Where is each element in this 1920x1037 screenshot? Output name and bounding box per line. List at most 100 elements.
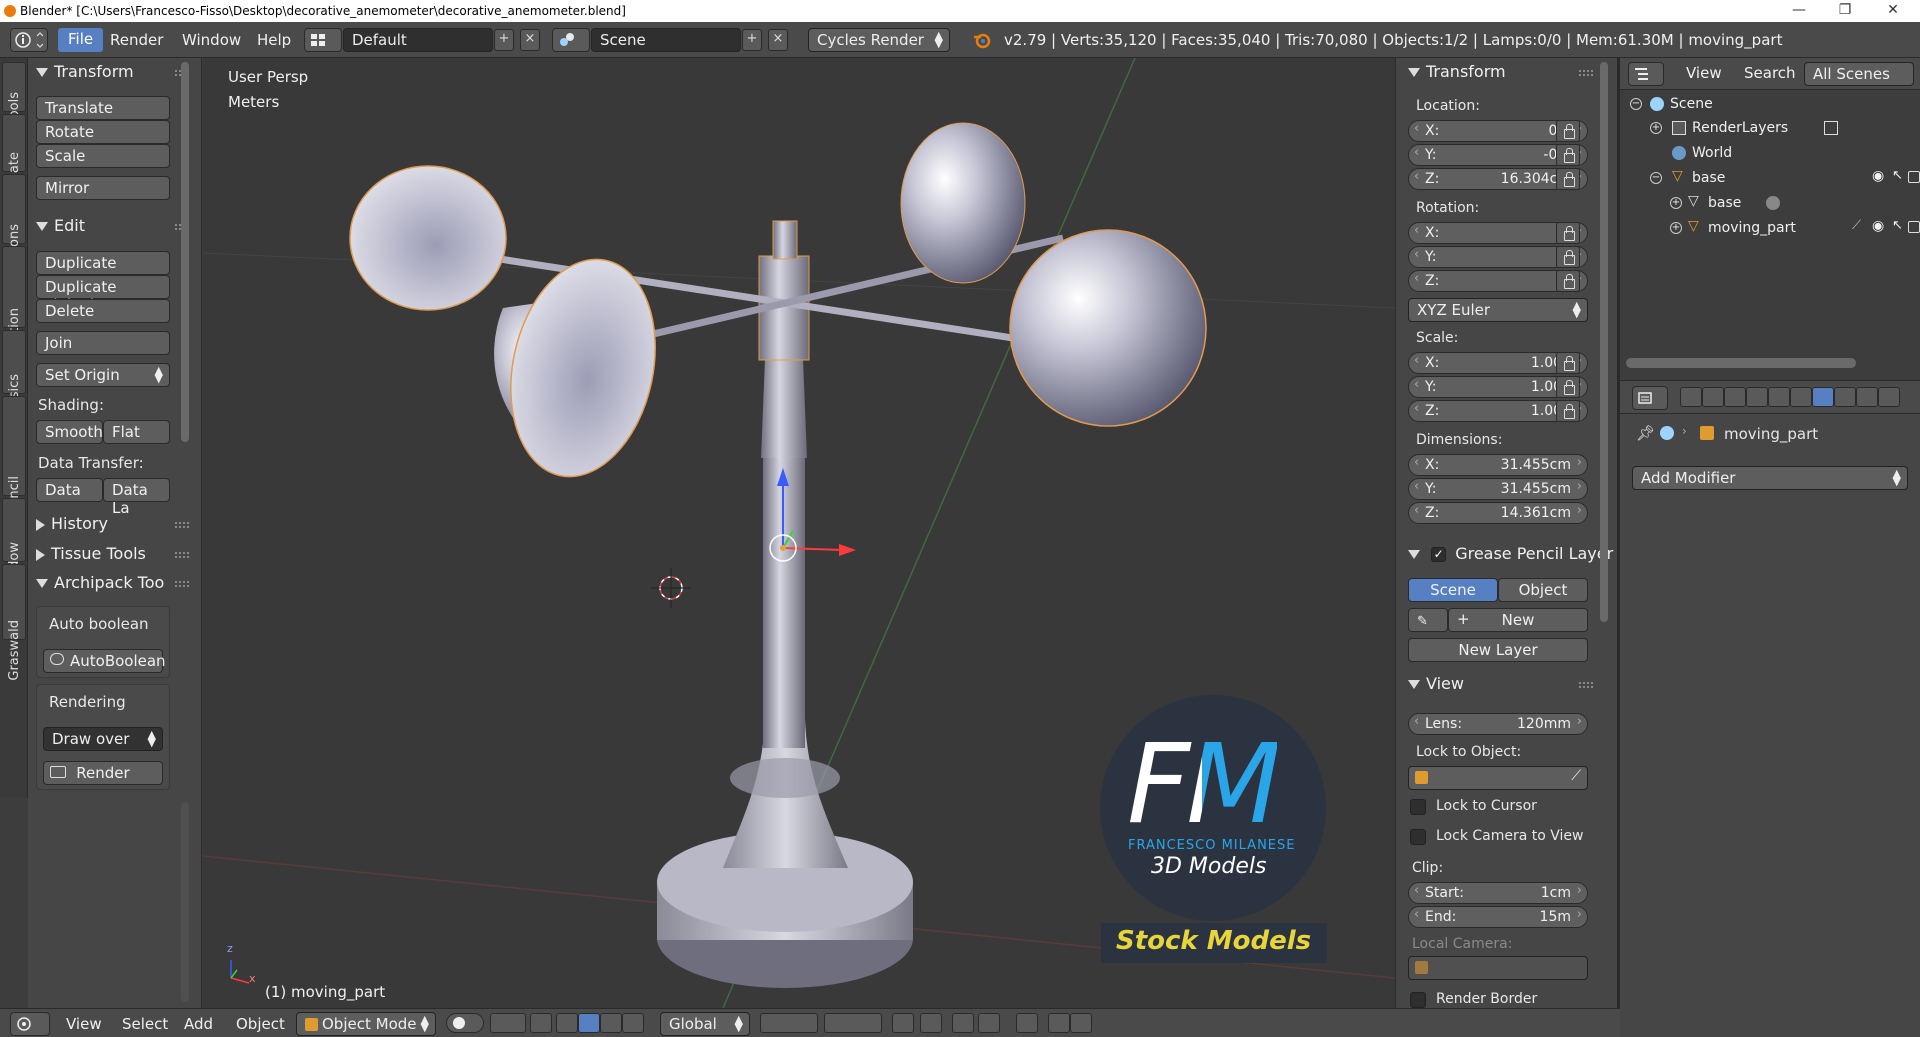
- manipulator-extra-icon[interactable]: [622, 1013, 644, 1033]
- menu-help[interactable]: Help: [257, 31, 291, 49]
- autoboolean-button[interactable]: AutoBoolean: [43, 649, 166, 673]
- operator-scrollbar[interactable]: [181, 802, 189, 1002]
- outliner-view-menu[interactable]: View: [1686, 64, 1722, 82]
- world-tab-icon[interactable]: [1746, 387, 1768, 407]
- translate-button[interactable]: Translate: [36, 96, 170, 120]
- screen-layout-field[interactable]: Default: [343, 28, 493, 52]
- tab-graswald[interactable]: Graswald: [2, 564, 26, 681]
- renderable-camera-icon[interactable]: [1908, 221, 1920, 233]
- lock-scale-z-icon[interactable]: [1556, 400, 1580, 422]
- flat-button[interactable]: Flat: [103, 420, 170, 444]
- render-button[interactable]: Render: [43, 761, 163, 785]
- tab-window[interactable]: Window: [2, 498, 26, 593]
- lock-rotation-y-icon[interactable]: [1556, 246, 1580, 268]
- tab-tools[interactable]: Tools: [2, 62, 26, 124]
- lock-location-z-icon[interactable]: [1556, 168, 1580, 190]
- maximize-button[interactable]: ❐: [1822, 0, 1868, 22]
- clip-start-field[interactable]: Start:1cm: [1408, 882, 1588, 904]
- panel-tissue-tools-header[interactable]: Tissue Tools: [36, 544, 146, 563]
- collapse-toggle-icon[interactable]: −: [1630, 98, 1642, 110]
- render-tab-icon[interactable]: [1680, 387, 1702, 407]
- lock-location-x-icon[interactable]: [1556, 120, 1580, 142]
- modifiers-tab-icon[interactable]: [1812, 387, 1834, 407]
- lock-scale-x-icon[interactable]: [1556, 352, 1580, 374]
- delete-button[interactable]: Delete: [36, 299, 170, 323]
- outliner-display-mode[interactable]: All Scenes: [1804, 62, 1914, 86]
- dimensions-y-field[interactable]: Y:31.455cm: [1408, 478, 1588, 500]
- render-layers-tab-icon[interactable]: [1702, 387, 1724, 407]
- outliner-row-base-mesh[interactable]: + ▽ base: [1628, 193, 1918, 217]
- object-mode-select[interactable]: Object Mode ▲ ▼: [296, 1012, 436, 1036]
- remove-layout-icon[interactable]: ×: [520, 29, 540, 51]
- panel-edit-header[interactable]: Edit: [36, 216, 85, 235]
- add-layout-icon[interactable]: +: [494, 29, 514, 51]
- lock-rotation-x-icon[interactable]: [1556, 222, 1580, 244]
- join-button[interactable]: Join: [36, 331, 170, 355]
- menu-select[interactable]: Select: [122, 1015, 168, 1033]
- gp-new-button[interactable]: + New: [1448, 608, 1588, 632]
- collapse-toggle-icon[interactable]: −: [1650, 172, 1662, 184]
- tab-create[interactable]: Create: [2, 114, 26, 195]
- scale-manipulator-icon[interactable]: [600, 1013, 622, 1033]
- drag-handle-icon[interactable]: [175, 552, 189, 558]
- lock-to-object-field[interactable]: ⟋: [1408, 766, 1588, 790]
- scene-tab-icon[interactable]: [1724, 387, 1746, 407]
- lock-scale-y-icon[interactable]: [1556, 376, 1580, 398]
- layer-lock-icon[interactable]: [892, 1013, 914, 1033]
- mirror-button[interactable]: Mirror: [36, 176, 170, 200]
- gp-scene-toggle[interactable]: Scene: [1408, 578, 1498, 602]
- scene-field[interactable]: Scene: [591, 28, 741, 52]
- rotate-manipulator-icon[interactable]: [578, 1013, 600, 1033]
- data-layout-button[interactable]: Data La: [103, 478, 170, 517]
- outliner-h-scrollbar[interactable]: [1626, 358, 1856, 368]
- layers-grid-a[interactable]: [760, 1013, 818, 1033]
- editor-type-3d-view-icon[interactable]: [10, 1012, 50, 1036]
- gp-pencil-icon[interactable]: ✎: [1408, 608, 1448, 632]
- panel-history-header[interactable]: History: [36, 514, 108, 533]
- remove-scene-icon[interactable]: ×: [768, 29, 788, 51]
- add-modifier-select[interactable]: Add Modifier ▲ ▼: [1632, 466, 1908, 490]
- proportional-edit-icon[interactable]: [920, 1013, 942, 1033]
- draw-over-select[interactable]: Draw over ▲ ▼: [43, 727, 163, 751]
- menu-window[interactable]: Window: [182, 31, 241, 49]
- transform-orientation-select[interactable]: Global ▲ ▼: [660, 1012, 750, 1036]
- tab-grease-pencil[interactable]: Grease Pencil: [2, 396, 26, 564]
- menu-file[interactable]: File: [58, 28, 104, 52]
- opengl-render-icon[interactable]: [1048, 1013, 1070, 1033]
- tab-animation[interactable]: Animation: [2, 246, 26, 374]
- properties-region-scrollbar[interactable]: [1600, 62, 1608, 622]
- drag-handle-icon[interactable]: [175, 522, 189, 528]
- dimensions-x-field[interactable]: X:31.455cm: [1408, 454, 1588, 476]
- tab-relations[interactable]: Relations: [2, 174, 26, 284]
- menu-render[interactable]: Render: [110, 31, 163, 49]
- lock-to-cursor-checkbox[interactable]: [1410, 799, 1426, 815]
- close-button[interactable]: ✕: [1870, 0, 1916, 22]
- drag-handle-icon[interactable]: [1579, 682, 1593, 688]
- gp-object-toggle[interactable]: Object: [1498, 578, 1588, 602]
- panel-view-header[interactable]: View: [1408, 674, 1464, 693]
- menu-object[interactable]: Object: [236, 1015, 285, 1033]
- translate-manipulator-icon[interactable]: [556, 1013, 578, 1033]
- outliner-search-menu[interactable]: Search: [1744, 64, 1796, 82]
- material-tab-icon[interactable]: [1856, 387, 1878, 407]
- menu-add[interactable]: Add: [184, 1015, 213, 1033]
- outliner-row-moving-part[interactable]: + ▽ moving_part ⟋ ◉ ↖: [1628, 218, 1920, 242]
- grease-pencil-checkbox[interactable]: ✓: [1431, 547, 1447, 562]
- snap-element-icon[interactable]: [978, 1013, 1000, 1033]
- visibility-eye-icon[interactable]: ◉: [1872, 218, 1884, 234]
- selectable-cursor-icon[interactable]: ↖: [1892, 218, 1903, 233]
- add-scene-icon[interactable]: +: [742, 29, 762, 51]
- menu-view[interactable]: View: [66, 1015, 102, 1033]
- screen-layout-icon[interactable]: [304, 28, 342, 52]
- scene-icon[interactable]: [552, 28, 590, 52]
- snap-toggle-icon[interactable]: [952, 1013, 974, 1033]
- 3d-viewport[interactable]: User Persp Meters (1) moving_part z x FM…: [203, 58, 1395, 1008]
- render-border-checkbox[interactable]: [1410, 992, 1426, 1008]
- object-tab-icon[interactable]: [1768, 387, 1790, 407]
- panel-transform-header[interactable]: Transform: [36, 62, 134, 81]
- layers-grid-b[interactable]: [824, 1013, 882, 1033]
- gp-new-layer-button[interactable]: New Layer: [1408, 638, 1588, 662]
- set-origin-select[interactable]: Set Origin ▲ ▼: [36, 363, 170, 387]
- data-tab-icon[interactable]: [1834, 387, 1856, 407]
- renderable-camera-icon[interactable]: [1908, 171, 1920, 183]
